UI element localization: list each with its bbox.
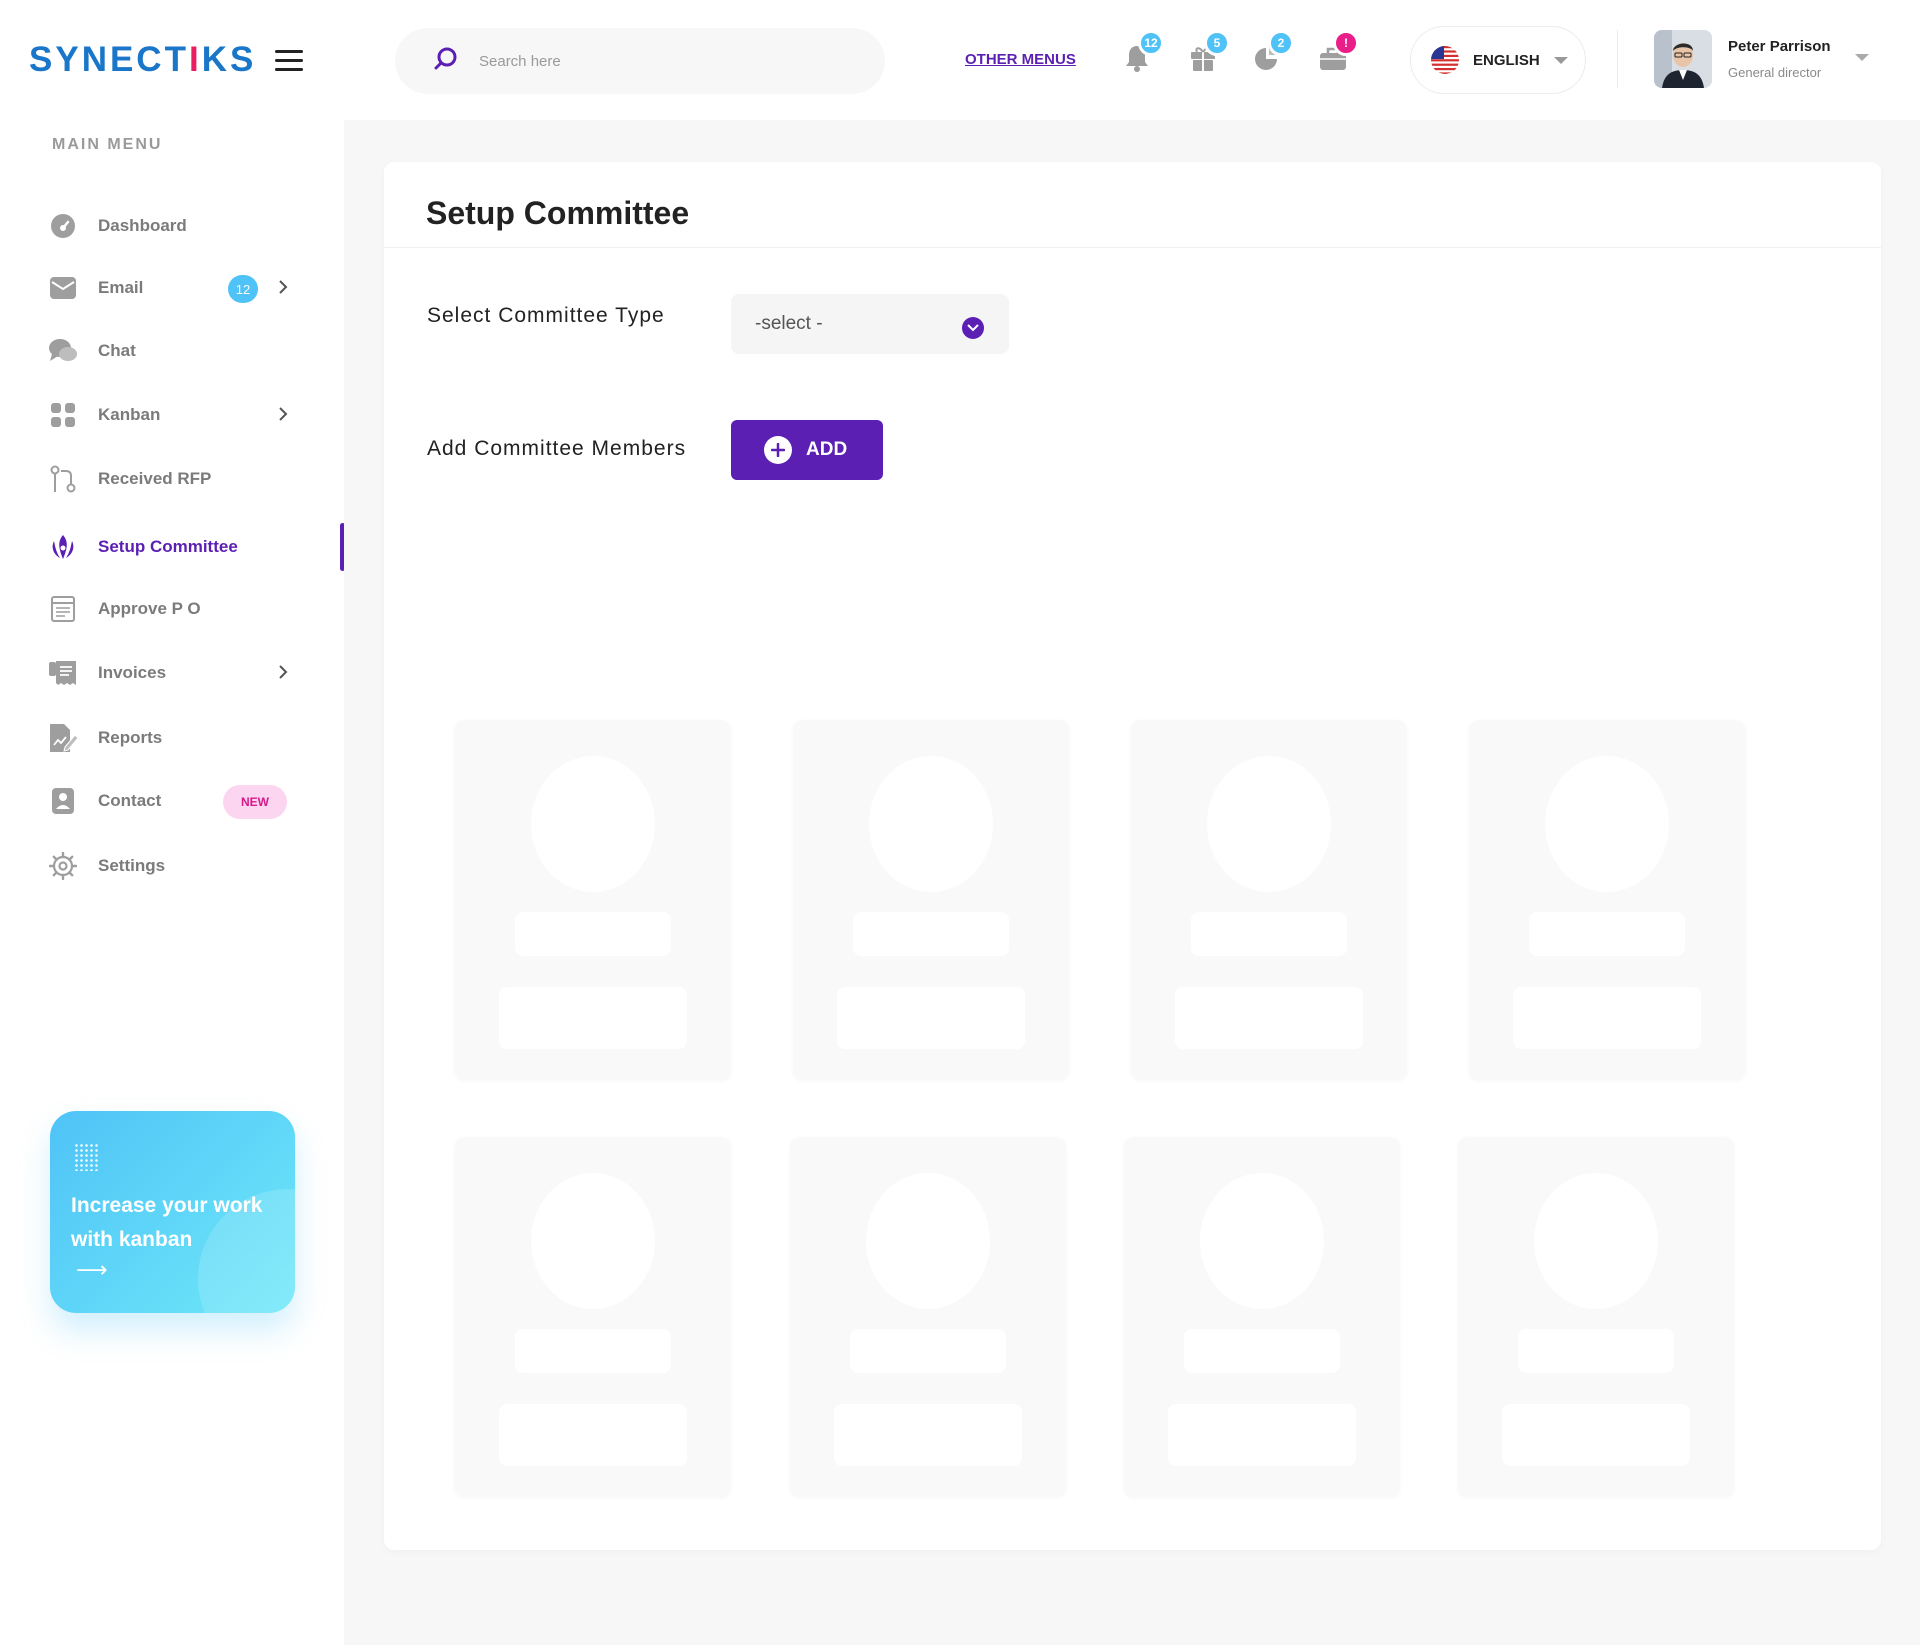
hamburger-menu-icon[interactable]	[275, 50, 303, 72]
alert-badge: !	[1333, 30, 1359, 56]
sidebar-item-reports[interactable]: Reports	[48, 718, 298, 758]
committee-icon	[48, 532, 78, 562]
member-card-placeholder	[1458, 1137, 1734, 1497]
sidebar-item-label: Settings	[98, 856, 166, 875]
avatar[interactable]	[1654, 30, 1712, 88]
sidebar-item-invoices[interactable]: Invoices	[48, 653, 298, 693]
stats-button[interactable]: 2	[1254, 30, 1294, 76]
git-pull-icon	[48, 464, 78, 494]
sidebar-item-label: Contact	[98, 791, 162, 810]
chat-icon	[48, 336, 78, 366]
new-badge: NEW	[223, 785, 287, 819]
notifications-button[interactable]: 12	[1124, 30, 1164, 76]
plus-icon	[764, 436, 792, 464]
sidebar-item-label: Approve P O	[98, 599, 201, 618]
committee-type-select[interactable]: -select -	[731, 294, 1009, 354]
member-card-placeholder	[1469, 720, 1745, 1080]
sidebar-item-setup-committee[interactable]: Setup Committee	[48, 527, 298, 567]
add-members-label: Add Committee Members	[427, 437, 687, 460]
promo-text: Increase your work with kanban	[71, 1194, 263, 1251]
sidebar-item-dashboard[interactable]: Dashboard	[48, 206, 298, 246]
header-divider	[1617, 30, 1618, 88]
report-icon	[48, 723, 78, 753]
add-member-button[interactable]: ADD	[731, 420, 883, 480]
sidebar-item-label: Setup Committee	[98, 537, 238, 556]
invoice-icon	[48, 658, 78, 688]
gift-icon	[1190, 47, 1216, 76]
arrow-right-icon: ⟶	[76, 1257, 108, 1282]
gauge-icon	[48, 211, 78, 241]
setup-committee-card: Setup Committee Select Committee Type -s…	[384, 162, 1881, 1550]
dots-pattern-icon	[74, 1143, 98, 1171]
sidebar-item-label: Reports	[98, 728, 163, 747]
add-button-label: ADD	[806, 439, 848, 460]
member-card-placeholder	[1124, 1137, 1400, 1497]
sidebar-item-label: Kanban	[98, 405, 161, 424]
grid-icon	[48, 400, 78, 430]
sidebar-item-label: Chat	[98, 341, 136, 360]
search-icon	[433, 46, 459, 77]
member-card-placeholder	[790, 1137, 1066, 1497]
user-menu-caret-icon[interactable]	[1855, 54, 1869, 61]
chevron-right-icon	[278, 279, 288, 300]
language-selector[interactable]: ENGLISH	[1410, 26, 1586, 94]
briefcase-button[interactable]: !	[1319, 30, 1359, 76]
sidebar-item-label: Email	[98, 278, 144, 297]
sidebar-item-label: Dashboard	[98, 216, 187, 235]
contact-icon	[48, 786, 78, 816]
document-icon	[48, 594, 78, 624]
sidebar-item-kanban[interactable]: Kanban	[48, 395, 298, 435]
title-divider	[384, 247, 1881, 248]
kanban-promo-card[interactable]: Increase your work with kanban ⟶	[50, 1111, 295, 1313]
sidebar-item-settings[interactable]: Settings	[48, 846, 298, 886]
us-flag-icon	[1431, 46, 1459, 74]
notification-badge: 12	[1138, 30, 1164, 56]
member-card-placeholder	[1131, 720, 1407, 1080]
sidebar-item-chat[interactable]: Chat	[48, 331, 298, 371]
committee-type-value: -select -	[755, 313, 823, 334]
caret-down-icon	[1553, 56, 1568, 64]
email-count-badge: 12	[228, 275, 258, 303]
sidebar-item-contact[interactable]: Contact NEW	[48, 781, 298, 821]
language-label: ENGLISH	[1473, 51, 1540, 69]
page-title: Setup Committee	[426, 195, 690, 231]
gear-icon	[48, 851, 78, 881]
member-card-placeholder	[455, 1137, 731, 1497]
member-card-placeholder	[455, 720, 731, 1080]
sidebar-item-approve-po[interactable]: Approve P O	[48, 589, 298, 629]
sidebar-item-received-rfp[interactable]: Received RFP	[48, 459, 298, 499]
synectiks-logo[interactable]: SYNECTIKS	[29, 40, 256, 80]
mail-icon	[48, 273, 78, 303]
stats-badge: 2	[1268, 30, 1294, 56]
user-name[interactable]: Peter Parrison	[1728, 38, 1831, 55]
bell-icon	[1124, 46, 1150, 76]
briefcase-icon	[1319, 47, 1347, 76]
search-input[interactable]: Search here	[479, 53, 561, 70]
committee-type-label: Select Committee Type	[427, 304, 665, 327]
chevron-right-icon	[278, 664, 288, 685]
sidebar-item-email[interactable]: Email 12	[48, 268, 298, 308]
other-menus-link[interactable]: OTHER MENUS	[965, 51, 1076, 68]
sidebar-item-label: Received RFP	[98, 469, 212, 488]
user-role: General director	[1728, 65, 1822, 80]
main-menu-title: MAIN MENU	[52, 136, 163, 153]
search-bar[interactable]: Search here	[395, 28, 885, 94]
sidebar: SYNECTIKS MAIN MENU Dashboard Email 12 C…	[0, 0, 345, 1652]
sidebar-item-label: Invoices	[98, 663, 167, 682]
chart-icon	[1254, 45, 1280, 76]
member-card-placeholder	[793, 720, 1069, 1080]
gifts-button[interactable]: 5	[1190, 30, 1230, 76]
chevron-right-icon	[278, 406, 288, 427]
gift-badge: 5	[1204, 30, 1230, 56]
chevron-down-icon	[962, 317, 984, 339]
